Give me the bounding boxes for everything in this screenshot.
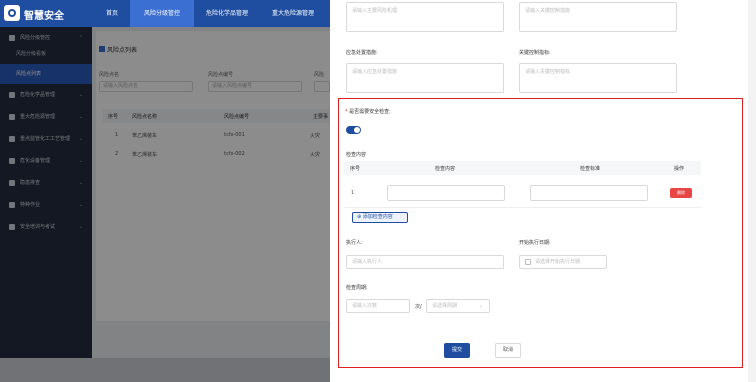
submit-button[interactable]: 提交	[444, 343, 470, 358]
toggle-knob	[354, 127, 360, 133]
safety-check-section	[338, 98, 743, 368]
column-header: 操作	[674, 166, 685, 172]
emergency-textarea[interactable]: 请输入应急处置措施	[346, 63, 504, 93]
executor-input[interactable]: 请输入执行人	[346, 255, 504, 269]
key-control-textarea[interactable]: 请输入关键控制指标	[519, 63, 677, 93]
main-risk-textarea[interactable]: 请输入主要风险机理	[346, 2, 504, 32]
executor-label: 执行人:	[346, 240, 363, 246]
cancel-button[interactable]: 取消	[495, 343, 521, 358]
calendar-icon	[525, 259, 531, 265]
app-title: 智慧安全	[24, 11, 64, 22]
check-table-header: 序号 检查内容 检查标准 操作	[344, 161, 701, 175]
start-date-label: 开始执行日期:	[519, 240, 551, 246]
column-header: 检查标准	[580, 166, 601, 172]
chevron-down-icon: ⌄	[478, 303, 483, 309]
safety-check-label: * 是否需要安全检查:	[345, 109, 391, 115]
check-content-title: 检查内容	[346, 152, 367, 158]
column-header: 序号	[350, 166, 361, 172]
cycle-count-input[interactable]: 请输入次数	[346, 299, 410, 313]
nav-home[interactable]: 首页	[94, 0, 130, 27]
modal-overlay[interactable]	[0, 27, 330, 382]
nav-hazardous-chemicals[interactable]: 危险化学品管理	[194, 0, 260, 27]
divider	[344, 207, 701, 208]
cycle-label: 检查周期:	[346, 285, 368, 291]
column-header: 检查内容	[435, 166, 456, 172]
safety-check-toggle[interactable]	[346, 126, 361, 134]
key-control-label: 关键控制指标:	[519, 50, 551, 56]
emergency-label: 应急处置措施:	[346, 50, 378, 56]
start-date-picker[interactable]: 请选择开始执行日期	[519, 255, 607, 269]
nav-risk-control[interactable]: 风险分级管控	[130, 0, 194, 27]
cycle-unit-select[interactable]: 请选择周期 ⌄	[426, 299, 490, 313]
logo-icon	[4, 5, 20, 21]
key-measure-textarea[interactable]: 请输入关键控制措施	[519, 2, 677, 32]
delete-button[interactable]: 删除	[670, 188, 692, 198]
check-content-input[interactable]	[387, 185, 505, 201]
check-standard-input[interactable]	[530, 185, 648, 201]
nav-major-hazards[interactable]: 重大危险源管理	[260, 0, 326, 27]
cycle-separator: 次/	[415, 304, 422, 310]
edit-drawer: 请输入主要风险机理 请输入关键控制措施 应急处置措施: 请输入应急处置措施 关键…	[330, 0, 756, 382]
scrollbar[interactable]	[748, 0, 756, 382]
add-check-content-button[interactable]: ⊕ 添加检查内容	[352, 212, 408, 223]
